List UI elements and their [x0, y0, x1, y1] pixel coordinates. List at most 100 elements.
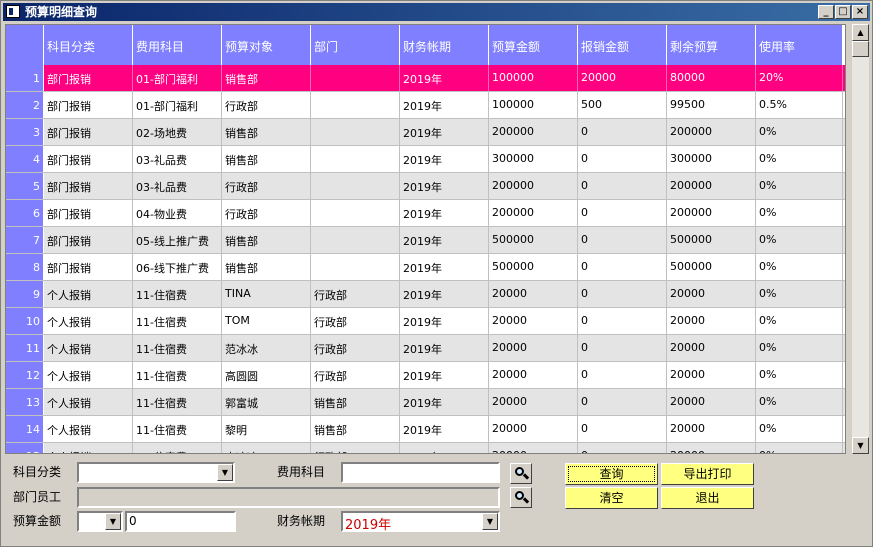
- table-cell[interactable]: 李冰冰: [222, 443, 311, 453]
- table-cell[interactable]: 11-住宿费: [133, 416, 222, 442]
- row-number[interactable]: 12: [6, 362, 44, 388]
- table-cell[interactable]: 0: [578, 200, 667, 226]
- table-cell[interactable]: 部门报销: [44, 254, 133, 280]
- table-cell[interactable]: 0: [578, 308, 667, 334]
- category-select[interactable]: ▼: [77, 462, 235, 483]
- table-cell[interactable]: 100000: [489, 92, 578, 118]
- table-cell[interactable]: 2019年: [400, 335, 489, 361]
- table-cell[interactable]: 11-住宿费: [133, 389, 222, 415]
- amount-operator-select[interactable]: ▼: [77, 511, 123, 532]
- table-row[interactable]: 9 个人报销 11-住宿费 TINA 行政部 2019年 20000 0 20000 0%: [6, 281, 845, 308]
- table-cell[interactable]: [311, 119, 400, 145]
- expense-search-button[interactable]: [510, 463, 532, 484]
- table-cell[interactable]: 0: [578, 146, 667, 172]
- table-cell[interactable]: 0%: [756, 200, 843, 226]
- column-header[interactable]: 费用科目: [133, 25, 222, 65]
- row-number[interactable]: 8: [6, 254, 44, 280]
- table-row[interactable]: 14 个人报销 11-住宿费 黎明 销售部 2019年 20000 0 20000 0%: [6, 416, 845, 443]
- row-number[interactable]: 1: [6, 65, 44, 91]
- table-cell[interactable]: 销售部: [311, 389, 400, 415]
- table-cell[interactable]: 个人报销: [44, 362, 133, 388]
- table-cell[interactable]: 0.5%: [756, 92, 843, 118]
- table-cell[interactable]: 20000: [489, 281, 578, 307]
- table-cell[interactable]: 2019年: [400, 119, 489, 145]
- table-cell[interactable]: 0: [578, 281, 667, 307]
- table-cell[interactable]: 0%: [756, 389, 843, 415]
- scroll-down-button[interactable]: ▼: [852, 437, 869, 454]
- table-cell[interactable]: 行政部: [311, 443, 400, 453]
- table-cell[interactable]: 300000: [667, 146, 756, 172]
- table-cell[interactable]: 2019年: [400, 227, 489, 253]
- table-cell[interactable]: 0: [578, 227, 667, 253]
- employee-input[interactable]: [77, 487, 500, 508]
- table-cell[interactable]: [311, 92, 400, 118]
- table-row[interactable]: 8 部门报销 06-线下推广费 销售部 2019年 500000 0 500000 0%: [6, 254, 845, 281]
- table-cell[interactable]: 0%: [756, 362, 843, 388]
- table-row[interactable]: 12 个人报销 11-住宿费 高圆圆 行政部 2019年 20000 0 20000 0%: [6, 362, 845, 389]
- row-number[interactable]: 6: [6, 200, 44, 226]
- table-cell[interactable]: 范冰冰: [222, 335, 311, 361]
- table-cell[interactable]: 500000: [489, 254, 578, 280]
- table-cell[interactable]: 高圆圆: [222, 362, 311, 388]
- table-row[interactable]: 15个人报销11-住宿费李冰冰行政部2019年200000200000%: [6, 443, 845, 453]
- table-cell[interactable]: 500000: [667, 254, 756, 280]
- table-cell[interactable]: 500: [578, 92, 667, 118]
- table-cell[interactable]: 11-住宿费: [133, 281, 222, 307]
- table-cell[interactable]: 20000: [489, 416, 578, 442]
- table-cell[interactable]: 个人报销: [44, 443, 133, 453]
- table-cell[interactable]: TINA: [222, 281, 311, 307]
- table-cell[interactable]: 2019年: [400, 362, 489, 388]
- table-cell[interactable]: 20000: [667, 281, 756, 307]
- table-cell[interactable]: 99500: [667, 92, 756, 118]
- table-cell[interactable]: 2019年: [400, 308, 489, 334]
- table-cell[interactable]: 20000: [667, 308, 756, 334]
- maximize-button[interactable]: □: [835, 5, 851, 19]
- row-number[interactable]: 11: [6, 335, 44, 361]
- table-cell[interactable]: 0: [578, 254, 667, 280]
- table-cell[interactable]: 0: [578, 119, 667, 145]
- table-cell[interactable]: 部门报销: [44, 227, 133, 253]
- table-cell[interactable]: 2019年: [400, 254, 489, 280]
- table-cell[interactable]: 0: [578, 443, 667, 453]
- column-header[interactable]: 使用率: [756, 25, 843, 65]
- table-cell[interactable]: 100000: [489, 65, 578, 91]
- table-row[interactable]: 6 部门报销 04-物业费 行政部 2019年 200000 0 200000 0%: [6, 200, 845, 227]
- table-cell[interactable]: 部门报销: [44, 65, 133, 91]
- row-number[interactable]: 4: [6, 146, 44, 172]
- table-cell[interactable]: 20%: [756, 65, 843, 91]
- table-cell[interactable]: 20000: [489, 335, 578, 361]
- table-cell[interactable]: 500000: [667, 227, 756, 253]
- table-cell[interactable]: 0%: [756, 416, 843, 442]
- table-cell[interactable]: 20000: [667, 443, 756, 453]
- table-cell[interactable]: 20000: [578, 65, 667, 91]
- clear-button[interactable]: 清空: [565, 487, 658, 509]
- table-row[interactable]: 11 个人报销 11-住宿费 范冰冰 行政部 2019年 20000 0 20000 0%: [6, 335, 845, 362]
- table-cell[interactable]: [311, 65, 400, 91]
- table-cell[interactable]: 2019年: [400, 146, 489, 172]
- row-number[interactable]: 15: [6, 443, 44, 453]
- table-cell[interactable]: 20000: [667, 362, 756, 388]
- table-cell[interactable]: 2019年: [400, 200, 489, 226]
- column-header[interactable]: 剩余预算: [667, 25, 756, 65]
- table-cell[interactable]: 20000: [489, 443, 578, 453]
- column-header[interactable]: 预算对象: [222, 25, 311, 65]
- expense-input[interactable]: [341, 462, 500, 483]
- row-number[interactable]: 10: [6, 308, 44, 334]
- table-cell[interactable]: 郭富城: [222, 389, 311, 415]
- scroll-up-button[interactable]: ▲: [852, 24, 869, 41]
- chevron-down-icon[interactable]: ▼: [105, 513, 121, 530]
- table-cell[interactable]: 销售部: [222, 254, 311, 280]
- table-cell[interactable]: 0%: [756, 335, 843, 361]
- table-cell[interactable]: 2019年: [400, 443, 489, 453]
- table-cell[interactable]: [311, 227, 400, 253]
- table-cell[interactable]: 20000: [489, 308, 578, 334]
- table-row[interactable]: 1 部门报销 01-部门福利 销售部 2019年 100000 20000 80000 20%: [6, 65, 845, 92]
- table-cell[interactable]: 个人报销: [44, 281, 133, 307]
- table-cell[interactable]: 0: [578, 335, 667, 361]
- table-cell[interactable]: [311, 200, 400, 226]
- table-cell[interactable]: 11-住宿费: [133, 335, 222, 361]
- table-row[interactable]: 3 部门报销 02-场地费 销售部 2019年 200000 0 200000 0%: [6, 119, 845, 146]
- table-cell[interactable]: 11-住宿费: [133, 443, 222, 453]
- table-cell[interactable]: 2019年: [400, 281, 489, 307]
- table-cell[interactable]: 行政部: [311, 335, 400, 361]
